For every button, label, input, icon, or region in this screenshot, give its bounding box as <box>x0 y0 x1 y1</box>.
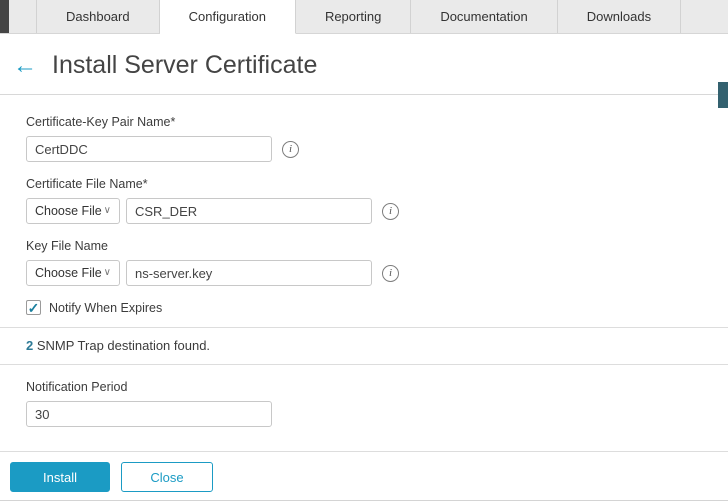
notify-when-expires-checkbox[interactable]: ✓ <box>26 300 41 315</box>
footer-spacer <box>0 427 728 451</box>
tab-label: Reporting <box>325 9 381 24</box>
notification-period-input[interactable] <box>26 401 272 427</box>
info-icon[interactable]: i <box>282 141 299 158</box>
key-file-input[interactable] <box>126 260 372 286</box>
tab-label: Dashboard <box>66 9 130 24</box>
tab-dashboard[interactable]: Dashboard <box>36 0 160 33</box>
chevron-down-icon: ∨ <box>104 206 111 216</box>
choose-file-label: Choose File <box>35 204 102 218</box>
page-header: ← Install Server Certificate <box>0 34 728 94</box>
back-arrow-icon[interactable]: ← <box>13 54 37 78</box>
cert-key-pair-input[interactable] <box>26 136 272 162</box>
action-bar: Install Close <box>0 452 728 492</box>
snmp-trap-text: SNMP Trap destination found. <box>33 338 210 353</box>
install-button[interactable]: Install <box>10 462 110 492</box>
logo-fragment <box>0 0 9 33</box>
notify-when-expires-row: ✓ Notify When Expires <box>26 300 728 315</box>
cert-key-pair-row: i <box>26 136 728 162</box>
install-server-certificate-page: Dashboard Configuration Reporting Docume… <box>0 0 728 501</box>
cert-key-pair-label: Certificate-Key Pair Name* <box>26 115 728 129</box>
chevron-down-icon: ∨ <box>104 268 111 278</box>
header-divider <box>0 94 728 95</box>
tab-label: Downloads <box>587 9 651 24</box>
key-file-label: Key File Name <box>26 239 728 253</box>
notification-period-row <box>26 401 728 427</box>
side-panel-handle[interactable] <box>718 82 728 108</box>
top-tab-bar: Dashboard Configuration Reporting Docume… <box>0 0 728 34</box>
info-icon[interactable]: i <box>382 265 399 282</box>
choose-file-label: Choose File <box>35 266 102 280</box>
tab-reporting[interactable]: Reporting <box>296 0 411 33</box>
notification-period-section: Notification Period <box>0 380 728 427</box>
cert-file-row: Choose File ∨ i <box>26 198 728 224</box>
cert-file-input[interactable] <box>126 198 372 224</box>
page-title: Install Server Certificate <box>52 51 317 80</box>
cert-file-label: Certificate File Name* <box>26 177 728 191</box>
tab-documentation[interactable]: Documentation <box>411 0 557 33</box>
tab-label: Configuration <box>189 9 266 24</box>
certificate-form: Certificate-Key Pair Name* i Certificate… <box>0 115 728 315</box>
snmp-trap-notice: 2 SNMP Trap destination found. <box>0 327 728 365</box>
tab-configuration[interactable]: Configuration <box>160 0 296 34</box>
notify-when-expires-label: Notify When Expires <box>49 301 162 315</box>
key-file-row: Choose File ∨ i <box>26 260 728 286</box>
close-button[interactable]: Close <box>121 462 213 492</box>
notification-period-label: Notification Period <box>26 380 728 394</box>
cert-file-choose-dropdown[interactable]: Choose File ∨ <box>26 198 120 224</box>
tab-label: Documentation <box>440 9 527 24</box>
info-icon[interactable]: i <box>382 203 399 220</box>
key-file-choose-dropdown[interactable]: Choose File ∨ <box>26 260 120 286</box>
tab-downloads[interactable]: Downloads <box>558 0 681 33</box>
